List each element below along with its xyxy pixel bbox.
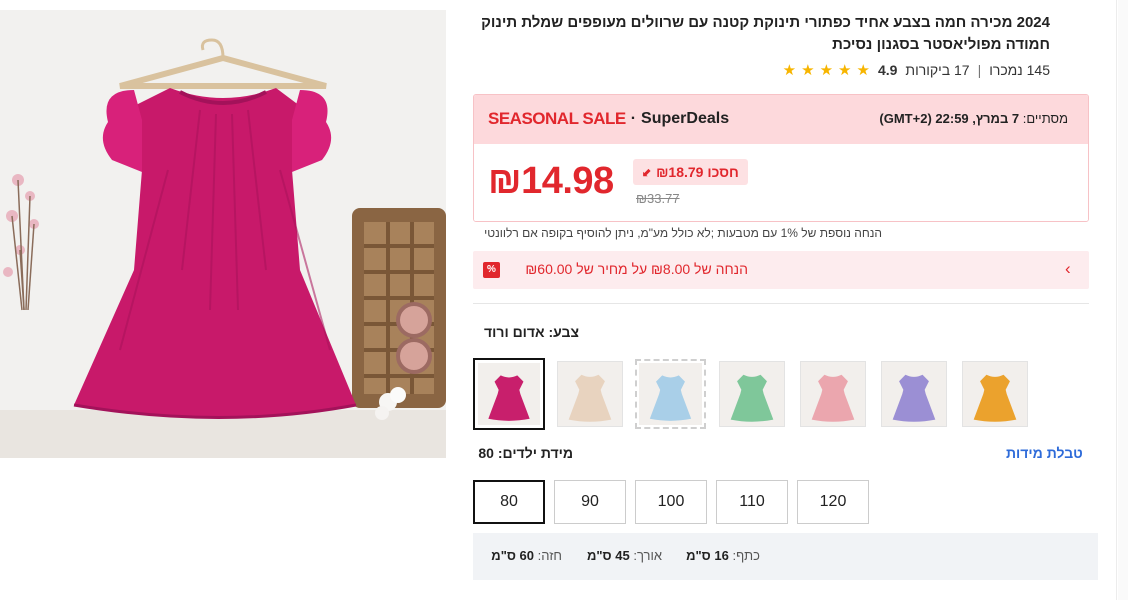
save-badge: חסכו ₪18.79 ⬋ [633, 159, 748, 185]
dress-thumb-icon [568, 374, 612, 422]
star-icon: ★ [782, 61, 797, 79]
extra-discount-note: הנחה נוספת של 1% עם מטבעות ;לא כולל מע"מ… [484, 226, 882, 240]
coupon-banner[interactable]: % הנחה של ₪8.00 על מחיר של ₪60.00 › [473, 251, 1089, 289]
swatch-green[interactable] [719, 361, 785, 427]
swatch-pink-red[interactable] [473, 358, 545, 430]
deal-header: SEASONAL SALE · SuperDeals מסתיים: 7 במר… [474, 95, 1088, 144]
color-swatches [473, 358, 1033, 430]
swatch-thumb [882, 362, 946, 426]
measure-bust: חזה: 60 ס"מ [491, 548, 562, 563]
product-info-panel: 2024 מכירה חמה בצבע אחיד כפתורי תינוקת ק… [473, 0, 1098, 600]
product-main-image[interactable] [0, 10, 446, 458]
sold-count: 145 נמכרו [989, 62, 1050, 78]
dress-thumb-icon [811, 374, 855, 422]
size-button[interactable]: 80 [473, 480, 545, 524]
save-text: חסכו ₪18.79 [656, 164, 739, 180]
chevron-right-icon[interactable]: › [1065, 259, 1071, 279]
size-chart-link[interactable]: טבלת מידות [1006, 445, 1083, 461]
size-options: 80 90 100 110 120 [473, 480, 873, 524]
deal-timer: מסתיים: 7 במרץ, 22:59 (GMT+2) [879, 111, 1068, 126]
star-icon: ★ [819, 61, 834, 79]
swatch-yellow[interactable] [962, 361, 1028, 427]
superdeals-label: SuperDeals [641, 110, 730, 127]
dress-thumb-icon [649, 375, 692, 421]
coupon-text: הנחה של ₪8.00 על מחיר של ₪60.00 [525, 261, 748, 277]
size-button[interactable]: 90 [554, 480, 626, 524]
deal-box: SEASONAL SALE · SuperDeals מסתיים: 7 במר… [473, 94, 1089, 222]
size-button[interactable]: 120 [797, 480, 869, 524]
rating-score: 4.9 [877, 62, 898, 78]
swatch-thumb [558, 362, 622, 426]
timer-value: 7 במרץ, 22:59 (GMT+2) [879, 111, 1020, 126]
measure-shoulder: כתף: 16 ס"מ [686, 548, 760, 563]
coupon-percent-icon: % [483, 262, 500, 278]
swatch-light-blue[interactable] [635, 359, 706, 429]
seasonal-sale-banner: SEASONAL SALE · SuperDeals [488, 109, 729, 129]
swatch-purple[interactable] [881, 361, 947, 427]
dress-thumb-icon [973, 374, 1017, 422]
swatch-thumb [639, 363, 702, 425]
star-icon: ★ [801, 61, 815, 79]
bust-label: חזה: [537, 548, 562, 563]
size-measurements: כתף: 16 ס"מ אורך: 45 ס"מ חזה: 60 ס"מ [473, 533, 1098, 580]
shoulder-value: 16 ס"מ [686, 548, 729, 563]
length-label: אורך: [633, 548, 662, 563]
dress-thumb-icon [488, 375, 530, 421]
shoulder-label: כתף: [732, 548, 760, 563]
swatch-thumb [720, 362, 784, 426]
divider [473, 303, 1089, 304]
product-title: 2024 מכירה חמה בצבע אחיד כפתורי תינוקת ק… [481, 14, 1050, 53]
sale-price: ₪14.98 [488, 160, 614, 202]
deal-body: ₪14.98 חסכו ₪18.79 ⬋ ₪33.77 [474, 144, 1088, 221]
color-label: צבע: אדום ורוד [484, 324, 579, 340]
original-price: ₪33.77 [636, 191, 680, 206]
bust-value: 60 ס"מ [491, 548, 535, 563]
length-value: 45 ס"מ [586, 548, 630, 563]
separator: | [977, 62, 982, 78]
size-row: טבלת מידות מידת ילדים: 80 [473, 445, 1089, 465]
reviews-link[interactable]: 17 ביקורות [905, 62, 969, 78]
rating-stars: ★ ★ ★ ★ ★ [783, 63, 870, 78]
size-label: מידת ילדים: 80 [478, 445, 573, 461]
swatch-thumb [963, 362, 1027, 426]
star-icon: ★ [838, 61, 852, 79]
right-rail-tab [1118, 0, 1128, 600]
swatch-thumb [478, 363, 540, 425]
size-button[interactable]: 110 [716, 480, 788, 524]
rating-row: 145 נמכרו | 17 ביקורות 4.9 ★ ★ ★ ★ ★ [783, 62, 1050, 78]
size-button[interactable]: 100 [635, 480, 707, 524]
star-icon: ★ [856, 61, 870, 79]
dress-thumb-icon [730, 374, 774, 422]
measure-length: אורך: 45 ס"מ [587, 548, 662, 563]
deal-dot: · [630, 110, 637, 127]
dress-thumb-icon [892, 374, 936, 422]
right-rail-divider [1116, 0, 1117, 600]
seasonal-sale-label: SEASONAL SALE [488, 109, 626, 128]
timer-prefix: מסתיים: [1022, 111, 1068, 126]
swatch-thumb [801, 362, 865, 426]
swatch-beige[interactable] [557, 361, 623, 427]
arrow-down-icon: ⬋ [642, 165, 653, 179]
swatch-pink[interactable] [800, 361, 866, 427]
